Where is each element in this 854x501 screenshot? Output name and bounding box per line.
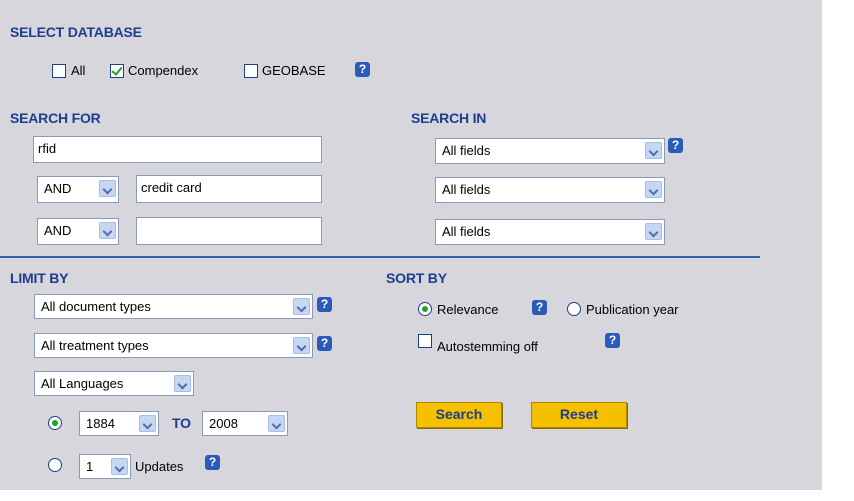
autostemming-label: Autostemming off bbox=[437, 339, 538, 354]
all-label: All bbox=[71, 63, 86, 78]
autostemming-help-icon[interactable]: ? bbox=[605, 333, 620, 348]
year-to-select[interactable]: 2008 bbox=[202, 411, 288, 436]
publication-year-radio[interactable] bbox=[567, 302, 581, 316]
document-types-value: All document types bbox=[41, 299, 151, 314]
reset-button[interactable]: Reset bbox=[531, 402, 627, 428]
publication-year-label: Publication year bbox=[586, 302, 679, 317]
updates-count-select[interactable]: 1 bbox=[79, 454, 131, 479]
compendex-label: Compendex bbox=[128, 63, 199, 78]
year-from-value: 1884 bbox=[86, 416, 115, 431]
relevance-radio[interactable] bbox=[418, 302, 432, 316]
relevance-label: Relevance bbox=[437, 302, 499, 317]
sort-by-heading: SORT BY bbox=[386, 270, 447, 286]
updates-label: Updates bbox=[135, 459, 184, 474]
autostemming-checkbox[interactable] bbox=[418, 334, 432, 348]
chevron-down-icon bbox=[111, 458, 128, 475]
chevron-down-icon bbox=[293, 298, 310, 315]
chevron-down-icon bbox=[645, 142, 662, 159]
search-in-help-icon[interactable]: ? bbox=[668, 138, 683, 153]
geobase-checkbox[interactable] bbox=[244, 64, 258, 78]
chevron-down-icon bbox=[99, 222, 116, 239]
chevron-down-icon bbox=[268, 415, 285, 432]
search-form-panel: SELECT DATABASE All Compendex GEOBASE ? … bbox=[0, 0, 822, 490]
search-term-3-input[interactable] bbox=[136, 217, 322, 245]
search-term-2-input[interactable]: credit card bbox=[136, 175, 322, 203]
relevance-help-icon[interactable]: ? bbox=[532, 300, 547, 315]
updates-radio[interactable] bbox=[48, 458, 62, 472]
chevron-down-icon bbox=[645, 223, 662, 240]
search-term-1-input[interactable]: rfid bbox=[33, 136, 322, 163]
row2-operator-value: AND bbox=[44, 181, 72, 196]
search-for-heading: SEARCH FOR bbox=[10, 110, 101, 126]
year-to-label: TO bbox=[172, 415, 191, 431]
year-to-value: 2008 bbox=[209, 416, 238, 431]
treatment-types-help-icon[interactable]: ? bbox=[317, 336, 332, 351]
row3-operator-select[interactable]: AND bbox=[37, 218, 119, 245]
search-in-field-3-select[interactable]: All fields bbox=[435, 219, 665, 245]
chevron-down-icon bbox=[174, 375, 191, 392]
treatment-types-select[interactable]: All treatment types bbox=[34, 333, 313, 358]
geobase-label: GEOBASE bbox=[262, 63, 326, 78]
limit-by-heading: LIMIT BY bbox=[10, 270, 69, 286]
languages-select[interactable]: All Languages bbox=[34, 371, 194, 396]
row2-operator-select[interactable]: AND bbox=[37, 176, 119, 203]
search-in-field-1-select[interactable]: All fields bbox=[435, 138, 665, 164]
updates-count-value: 1 bbox=[86, 459, 94, 474]
select-database-heading: SELECT DATABASE bbox=[10, 24, 142, 40]
year-from-select[interactable]: 1884 bbox=[79, 411, 159, 436]
search-in-field-3-value: All fields bbox=[442, 224, 491, 239]
search-in-field-1-value: All fields bbox=[442, 143, 491, 158]
search-in-field-2-value: All fields bbox=[442, 182, 491, 197]
document-types-select[interactable]: All document types bbox=[34, 294, 313, 319]
search-in-heading: SEARCH IN bbox=[411, 110, 487, 126]
section-divider bbox=[0, 256, 760, 258]
compendex-checkbox[interactable] bbox=[110, 64, 124, 78]
treatment-types-value: All treatment types bbox=[41, 338, 149, 353]
search-in-field-2-select[interactable]: All fields bbox=[435, 177, 665, 203]
document-types-help-icon[interactable]: ? bbox=[317, 297, 332, 312]
updates-help-icon[interactable]: ? bbox=[205, 455, 220, 470]
languages-value: All Languages bbox=[41, 376, 124, 391]
year-range-radio[interactable] bbox=[48, 416, 62, 430]
chevron-down-icon bbox=[99, 180, 116, 197]
all-checkbox[interactable] bbox=[52, 64, 66, 78]
row3-operator-value: AND bbox=[44, 223, 72, 238]
chevron-down-icon bbox=[139, 415, 156, 432]
database-help-icon[interactable]: ? bbox=[355, 62, 370, 77]
chevron-down-icon bbox=[293, 337, 310, 354]
chevron-down-icon bbox=[645, 181, 662, 198]
search-button[interactable]: Search bbox=[416, 402, 502, 428]
